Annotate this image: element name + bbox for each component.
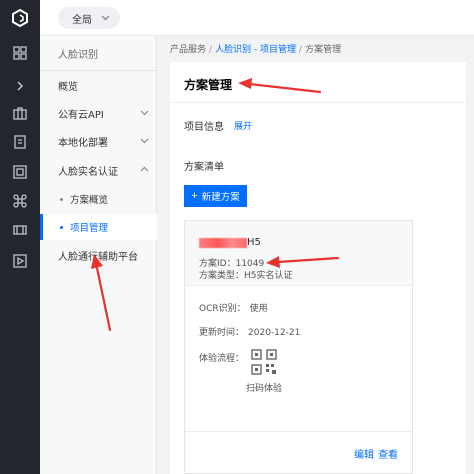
sidebar-item-label: 人脸通行辅助平台 bbox=[58, 251, 138, 263]
plus-icon: + bbox=[191, 190, 198, 202]
bullet-dot bbox=[60, 198, 63, 201]
breadcrumb: 产品服务 / 人脸识别 - 项目管理 / 方案管理 bbox=[170, 42, 341, 55]
scan-to-try-label: 扫码体验 bbox=[246, 384, 283, 394]
sidebar-divider bbox=[40, 70, 157, 71]
scheme-type-row: 方案类型：H5实名认证 bbox=[199, 268, 293, 281]
chevron-down-icon bbox=[140, 136, 149, 148]
region-scope-select[interactable]: 全局 bbox=[58, 7, 120, 29]
breadcrumb-root[interactable]: 产品服务 bbox=[170, 45, 206, 55]
qr-code-icon[interactable] bbox=[251, 349, 277, 375]
product-sidebar: 人脸识别 概览 公有云API 本地化部署 人脸实名认证 方案概览 项目管理 人脸… bbox=[40, 36, 157, 474]
suitcase-icon[interactable] bbox=[10, 103, 30, 123]
breadcrumb-separator: / bbox=[299, 45, 303, 55]
updated-value: 2020-12-21 bbox=[248, 328, 301, 338]
updated-row: 更新时间： 2020-12-21 bbox=[199, 325, 300, 338]
logo-icon[interactable] bbox=[0, 0, 40, 36]
scheme-card: H5 方案ID：11049 方案类型：H5实名认证 OCR识别： 使用 更新时间：… bbox=[184, 220, 413, 474]
sidebar-item-label: 本地化部署 bbox=[58, 137, 108, 149]
chevron-down-icon bbox=[140, 108, 149, 120]
title-divider bbox=[170, 102, 466, 103]
sidebar-subitem-scheme-overview[interactable]: 方案概览 bbox=[40, 186, 157, 212]
region-scope-label: 全局 bbox=[72, 14, 92, 26]
scheme-actions: 编辑 查看 bbox=[350, 446, 398, 461]
sidebar-subitem-project-management[interactable]: 项目管理 bbox=[40, 214, 157, 240]
chevron-down-icon bbox=[101, 13, 110, 25]
project-info-label: 项目信息 bbox=[184, 122, 224, 133]
updated-label: 更新时间： bbox=[199, 328, 245, 338]
chevron-right-icon[interactable] bbox=[10, 76, 30, 96]
sidebar-item-face-verification[interactable]: 人脸实名认证 bbox=[40, 157, 157, 183]
sidebar-item-label: 项目管理 bbox=[70, 223, 109, 234]
scheme-list-label: 方案清单 bbox=[184, 162, 224, 173]
sidebar-item-access-platform[interactable]: 人脸通行辅助平台 bbox=[40, 242, 157, 268]
new-scheme-label: 新建方案 bbox=[201, 192, 240, 203]
grid-icon[interactable] bbox=[10, 43, 30, 63]
main-panel: 方案管理 项目信息 展开 方案清单 + 新建方案 H5 方案ID：11049 方… bbox=[170, 62, 466, 474]
flow-label: 体验流程： bbox=[199, 354, 245, 364]
ocr-value: 使用 bbox=[249, 304, 268, 314]
edit-link[interactable]: 编辑 bbox=[354, 450, 374, 461]
film-icon[interactable] bbox=[10, 220, 30, 240]
redacted-name bbox=[199, 237, 247, 248]
play-icon[interactable] bbox=[10, 251, 30, 271]
scheme-name: H5 bbox=[199, 237, 261, 248]
active-indicator bbox=[40, 214, 43, 240]
view-link[interactable]: 查看 bbox=[378, 450, 398, 461]
chevron-up-icon bbox=[140, 165, 149, 177]
bullet-dot bbox=[60, 226, 63, 229]
scheme-type-value: H5实名认证 bbox=[244, 271, 293, 281]
doc-icon[interactable] bbox=[10, 132, 30, 152]
sidebar-item-local-deploy[interactable]: 本地化部署 bbox=[40, 128, 157, 154]
scheme-type-label: 方案类型： bbox=[199, 271, 245, 281]
scheme-name-suffix: H5 bbox=[247, 237, 261, 248]
page-title: 方案管理 bbox=[184, 78, 233, 92]
sidebar-item-label: 方案概览 bbox=[70, 195, 109, 206]
ocr-label: OCR识别： bbox=[199, 304, 246, 314]
breadcrumb-current: 方案管理 bbox=[305, 45, 342, 55]
top-bar: 全局 bbox=[40, 0, 474, 36]
ocr-row: OCR识别： 使用 bbox=[199, 301, 268, 314]
expand-link[interactable]: 展开 bbox=[234, 119, 252, 132]
sidebar-item-overview[interactable]: 概览 bbox=[40, 72, 157, 98]
breadcrumb-separator: / bbox=[209, 45, 213, 55]
flow-row: 体验流程： bbox=[199, 351, 244, 364]
breadcrumb-project[interactable]: 人脸识别 - 项目管理 bbox=[215, 45, 296, 55]
new-scheme-button[interactable]: + 新建方案 bbox=[184, 185, 247, 207]
left-rail bbox=[0, 0, 40, 474]
sidebar-title: 人脸识别 bbox=[58, 50, 98, 61]
command-icon[interactable] bbox=[10, 191, 30, 211]
layers-icon[interactable] bbox=[10, 162, 30, 182]
sidebar-item-label: 公有云API bbox=[58, 109, 104, 121]
card-divider bbox=[185, 285, 412, 286]
sidebar-item-public-api[interactable]: 公有云API bbox=[40, 100, 157, 126]
card-footer-divider bbox=[185, 431, 412, 432]
sidebar-item-label: 人脸实名认证 bbox=[58, 166, 118, 178]
sidebar-item-label: 概览 bbox=[58, 81, 78, 93]
